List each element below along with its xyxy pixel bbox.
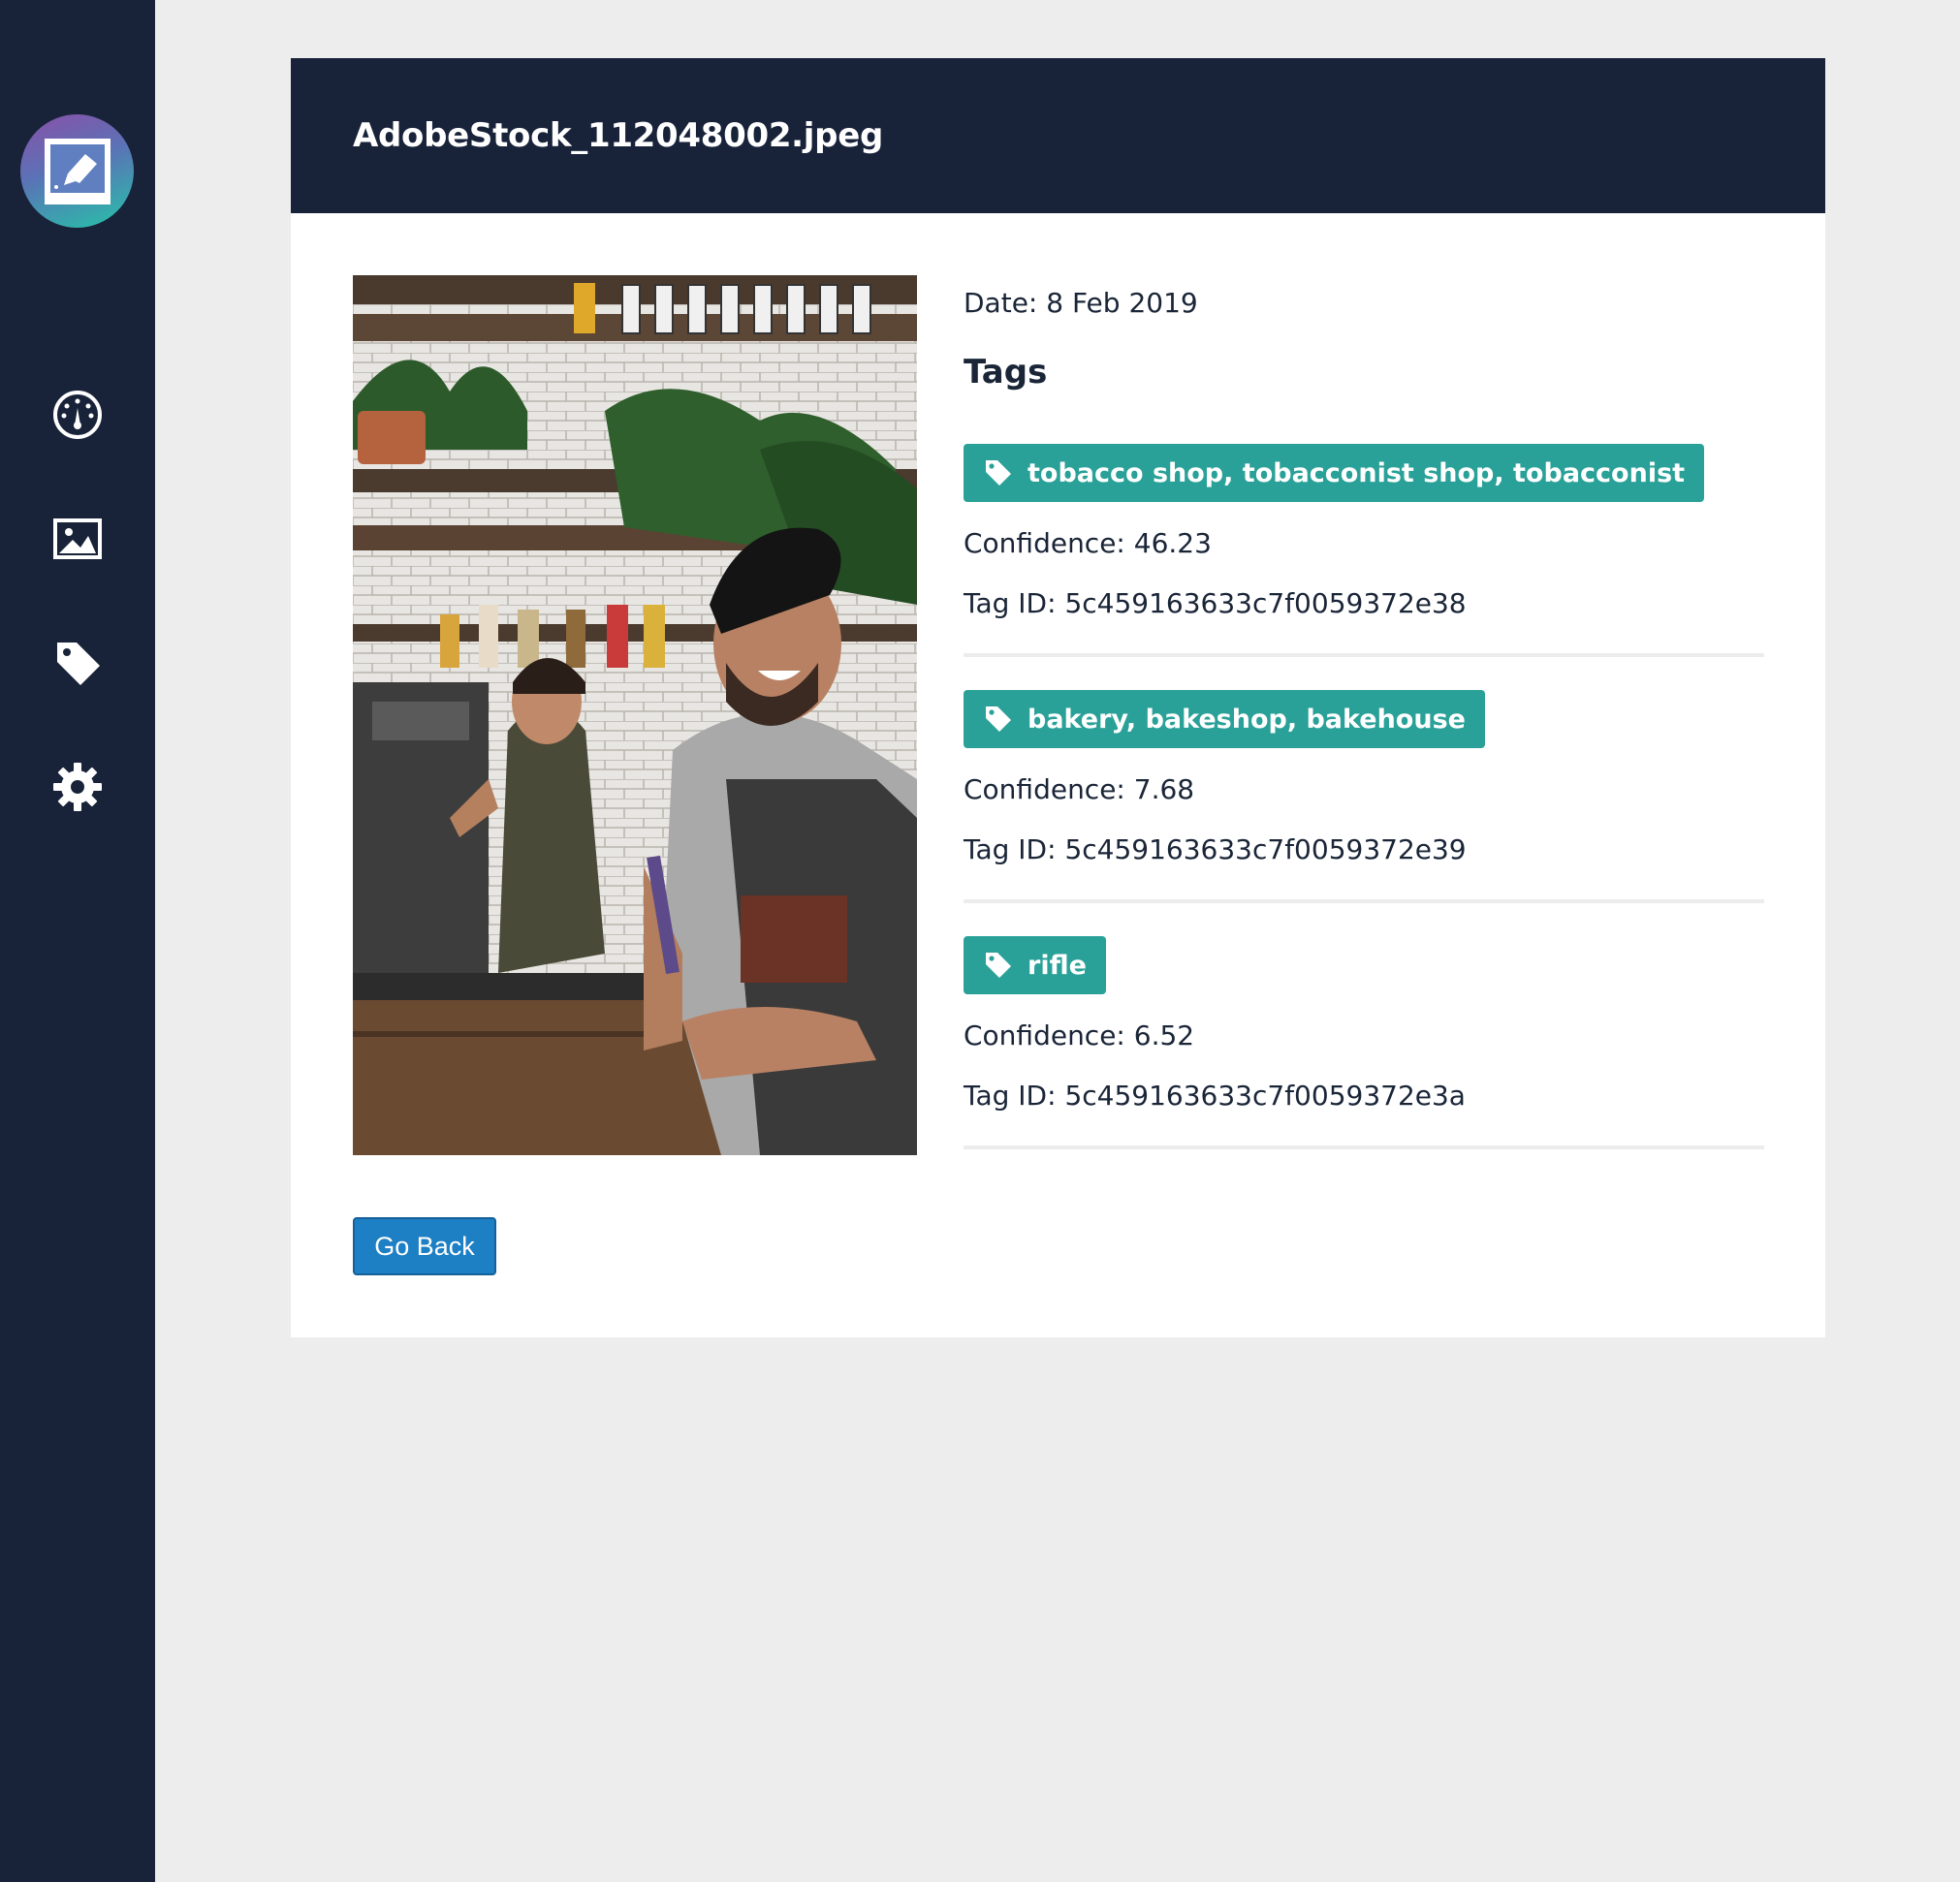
- tag-badge[interactable]: bakery, bakeshop, bakehouse: [964, 690, 1485, 748]
- tag-confidence: Confidence: 46.23: [964, 527, 1212, 559]
- tag-badge-label: tobacco shop, tobacconist shop, tobaccon…: [1027, 457, 1686, 488]
- tag-entry: bakery, bakeshop, bakehouse Confidence: …: [964, 690, 1764, 903]
- photo-tag-logo-icon: [44, 138, 111, 204]
- tag-confidence: Confidence: 6.52: [964, 1019, 1195, 1051]
- tag-badge-label: bakery, bakeshop, bakehouse: [1027, 704, 1466, 735]
- tag-list: tobacco shop, tobacconist shop, tobaccon…: [964, 444, 1764, 1149]
- card-header: AdobeStock_112048002.jpeg: [291, 58, 1825, 213]
- gear-icon: [53, 763, 102, 811]
- tag-badge[interactable]: tobacco shop, tobacconist shop, tobaccon…: [964, 444, 1705, 502]
- tag-confidence: Confidence: 7.68: [964, 773, 1195, 805]
- page-title: AdobeStock_112048002.jpeg: [353, 116, 883, 155]
- go-back-button[interactable]: Go Back: [353, 1217, 496, 1275]
- tag-id: Tag ID: 5c459163633c7f0059372e38: [964, 587, 1467, 619]
- tag-icon: [983, 457, 1014, 488]
- tag-icon: [57, 643, 100, 685]
- tag-badge[interactable]: rifle: [964, 936, 1106, 994]
- image-icon: [53, 518, 102, 559]
- image-detail-card: AdobeStock_112048002.jpeg Date: 8 Feb 20…: [291, 58, 1825, 1337]
- tag-id: Tag ID: 5c459163633c7f0059372e3a: [964, 1080, 1466, 1112]
- tag-badge-label: rifle: [1027, 950, 1087, 981]
- sidebar: [0, 0, 155, 1882]
- image-preview: [353, 275, 917, 1155]
- tag-icon: [983, 950, 1014, 981]
- tags-heading: Tags: [964, 353, 1048, 392]
- image-date: Date: 8 Feb 2019: [964, 287, 1198, 319]
- sidebar-item-tags[interactable]: [50, 636, 105, 690]
- sidebar-item-settings[interactable]: [50, 760, 105, 814]
- gauge-icon: [53, 391, 102, 439]
- sidebar-item-images[interactable]: [50, 512, 105, 566]
- sidebar-item-dashboard[interactable]: [50, 388, 105, 442]
- tag-entry: rifle Confidence: 6.52 Tag ID: 5c4591636…: [964, 936, 1764, 1149]
- image-details: Date: 8 Feb 2019 Tags tobacco shop, toba…: [964, 275, 1764, 1182]
- app-logo[interactable]: [20, 114, 134, 228]
- tag-id: Tag ID: 5c459163633c7f0059372e39: [964, 833, 1467, 865]
- tag-entry: tobacco shop, tobacconist shop, tobaccon…: [964, 444, 1764, 657]
- coffee-shop-photo: [353, 275, 917, 1155]
- tag-icon: [983, 704, 1014, 735]
